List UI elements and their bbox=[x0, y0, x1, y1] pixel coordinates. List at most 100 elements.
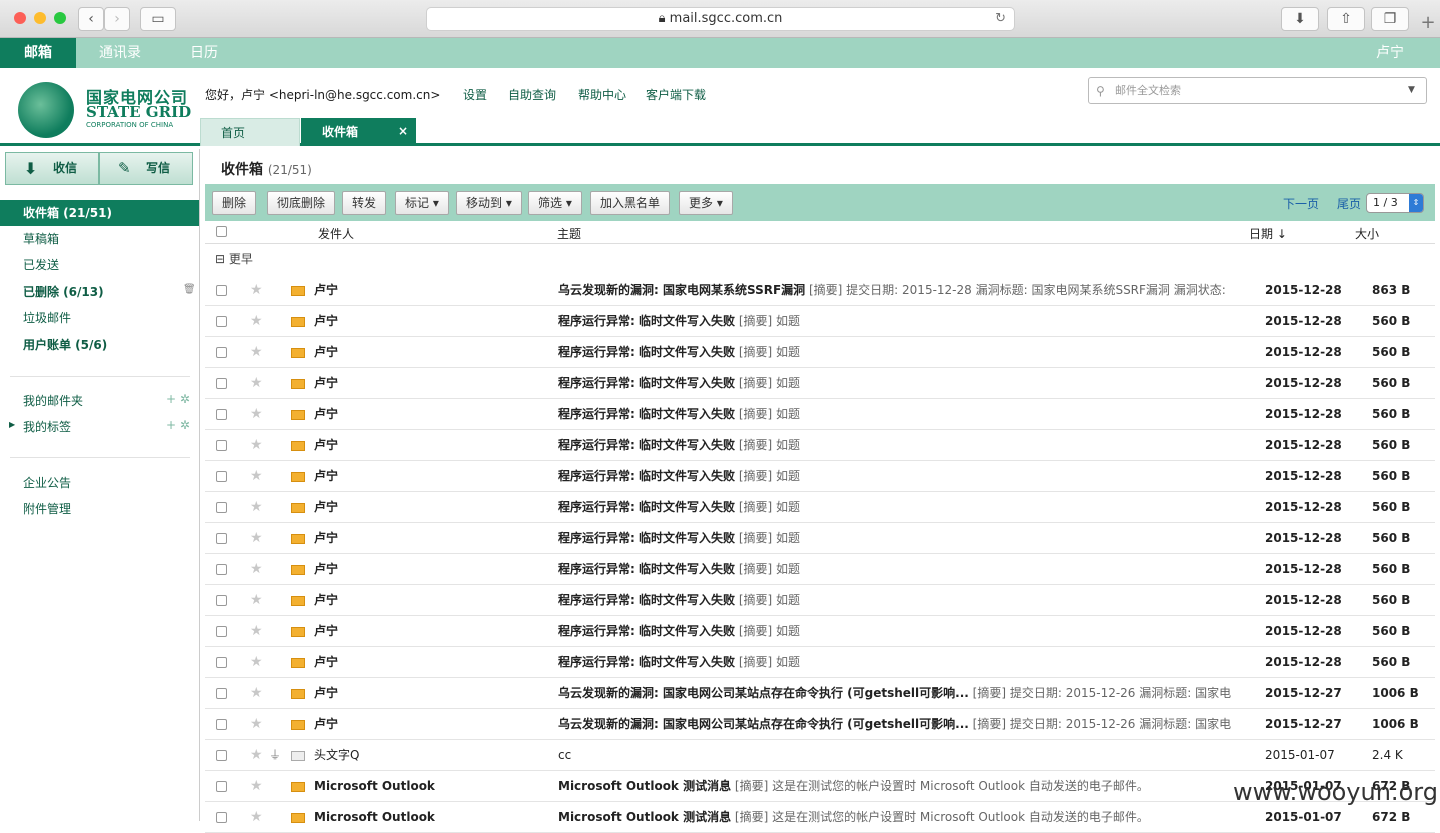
close-window-button[interactable] bbox=[14, 12, 26, 24]
client-download-link[interactable]: 客户端下载 bbox=[646, 86, 706, 103]
row-checkbox[interactable] bbox=[216, 750, 227, 761]
settings-link[interactable]: 设置 bbox=[463, 86, 487, 103]
row-checkbox[interactable] bbox=[216, 316, 227, 327]
table-row[interactable]: ★ 卢宁 程序运行异常: 临时文件写入失败 [摘要] 如题 2015-12-28 560… bbox=[205, 337, 1435, 368]
star-icon[interactable]: ★ bbox=[250, 368, 263, 399]
more-dropdown[interactable]: 更多 ▾ bbox=[679, 191, 733, 215]
table-row[interactable]: ★ 卢宁 乌云发现新的漏洞: 国家电网公司某站点存在命令执行 (可getshell可… bbox=[205, 678, 1435, 709]
row-checkbox[interactable] bbox=[216, 440, 227, 451]
table-row[interactable]: ★ 卢宁 程序运行异常: 临时文件写入失败 [摘要] 如题 2015-12-28 560… bbox=[205, 523, 1435, 554]
group-earlier[interactable]: ⊟ 更早 bbox=[215, 250, 253, 267]
compose-button[interactable]: ✎ 写信 bbox=[99, 152, 193, 185]
sidebar-item-inbox[interactable]: 收件箱 (21/51) bbox=[0, 200, 199, 226]
row-checkbox[interactable] bbox=[216, 533, 227, 544]
sidebar-item-bills[interactable]: 用户账单 (5/6) bbox=[0, 332, 199, 358]
star-icon[interactable]: ★ bbox=[250, 275, 263, 306]
tab-home[interactable]: 首页 bbox=[200, 118, 300, 146]
star-icon[interactable]: ★ bbox=[250, 492, 263, 523]
row-checkbox[interactable] bbox=[216, 409, 227, 420]
row-checkbox[interactable] bbox=[216, 378, 227, 389]
row-checkbox[interactable] bbox=[216, 347, 227, 358]
sidebar-item-spam[interactable]: 垃圾邮件 bbox=[0, 305, 199, 331]
share-icon[interactable]: ⇧ bbox=[1327, 7, 1365, 31]
forward-button[interactable]: 转发 bbox=[342, 191, 387, 215]
table-row[interactable]: ★ 卢宁 程序运行异常: 临时文件写入失败 [摘要] 如题 2015-12-28 560… bbox=[205, 616, 1435, 647]
table-row[interactable]: ★ 卢宁 程序运行异常: 临时文件写入失败 [摘要] 如题 2015-12-28 560… bbox=[205, 492, 1435, 523]
col-size[interactable]: 大小 bbox=[1355, 225, 1379, 242]
nav-contacts[interactable]: 通讯录 bbox=[88, 38, 152, 68]
row-checkbox[interactable] bbox=[216, 657, 227, 668]
next-page-link[interactable]: 下一页 bbox=[1283, 195, 1319, 212]
col-date[interactable]: 日期 ↓ bbox=[1249, 225, 1287, 242]
help-center-link[interactable]: 帮助中心 bbox=[578, 86, 626, 103]
new-tab-icon[interactable]: + bbox=[1416, 12, 1440, 38]
star-icon[interactable]: ★ bbox=[250, 523, 263, 554]
reload-icon[interactable]: ↻ bbox=[995, 8, 1006, 30]
add-folder-icon[interactable]: + ✲ bbox=[166, 392, 190, 406]
table-row[interactable]: ★ 卢宁 乌云发现新的漏洞: 国家电网公司某站点存在命令执行 (可getshell可… bbox=[205, 709, 1435, 740]
table-row[interactable]: ★ 卢宁 程序运行异常: 临时文件写入失败 [摘要] 如题 2015-12-28 560… bbox=[205, 430, 1435, 461]
row-checkbox[interactable] bbox=[216, 626, 227, 637]
table-row[interactable]: ★ ⏚ 头文字Q cc 2015-01-07 2.4 K bbox=[205, 740, 1435, 771]
close-tab-icon[interactable]: × bbox=[398, 124, 408, 138]
select-all-checkbox[interactable] bbox=[216, 226, 227, 237]
blacklist-button[interactable]: 加入黑名单 bbox=[590, 191, 671, 215]
back-button[interactable]: ‹ bbox=[78, 7, 104, 31]
star-icon[interactable]: ★ bbox=[250, 616, 263, 647]
table-row[interactable]: ★ 卢宁 程序运行异常: 临时文件写入失败 [摘要] 如题 2015-12-28 560… bbox=[205, 306, 1435, 337]
forward-button[interactable]: › bbox=[104, 7, 130, 31]
table-row[interactable]: ★ 卢宁 程序运行异常: 临时文件写入失败 [摘要] 如题 2015-12-28 560… bbox=[205, 585, 1435, 616]
row-checkbox[interactable] bbox=[216, 471, 227, 482]
star-icon[interactable]: ★ bbox=[250, 306, 263, 337]
table-row[interactable]: ★ Microsoft Outlook Microsoft Outlook 测试消息… bbox=[205, 802, 1435, 833]
row-checkbox[interactable] bbox=[216, 502, 227, 513]
star-icon[interactable]: ★ bbox=[250, 740, 263, 771]
col-subject[interactable]: 主题 bbox=[557, 225, 581, 242]
minimize-window-button[interactable] bbox=[34, 12, 46, 24]
star-icon[interactable]: ★ bbox=[250, 399, 263, 430]
row-checkbox[interactable] bbox=[216, 719, 227, 730]
row-checkbox[interactable] bbox=[216, 781, 227, 792]
col-sender[interactable]: 发件人 bbox=[318, 225, 354, 242]
star-icon[interactable]: ★ bbox=[250, 337, 263, 368]
sidebar-item-deleted[interactable]: 已删除 (6/13) bbox=[0, 279, 199, 305]
address-bar[interactable]: 🔒︎ mail.sgcc.com.cn ↻ bbox=[426, 7, 1015, 31]
sidebar-item-sent[interactable]: 已发送 bbox=[0, 252, 199, 278]
star-icon[interactable]: ★ bbox=[250, 709, 263, 740]
mail-search-input[interactable]: 邮件全文检索 bbox=[1088, 77, 1427, 104]
last-page-link[interactable]: 尾页 bbox=[1337, 195, 1361, 212]
star-icon[interactable]: ★ bbox=[250, 678, 263, 709]
filter-dropdown[interactable]: 筛选 ▾ bbox=[528, 191, 582, 215]
star-icon[interactable]: ★ bbox=[250, 430, 263, 461]
table-row[interactable]: ★ 卢宁 程序运行异常: 临时文件写入失败 [摘要] 如题 2015-12-28 560… bbox=[205, 647, 1435, 678]
zoom-window-button[interactable] bbox=[54, 12, 66, 24]
row-checkbox[interactable] bbox=[216, 564, 227, 575]
row-checkbox[interactable] bbox=[216, 285, 227, 296]
star-icon[interactable]: ★ bbox=[250, 554, 263, 585]
download-icon[interactable]: ⬇︎ bbox=[1281, 7, 1319, 31]
mark-dropdown[interactable]: 标记 ▾ bbox=[395, 191, 449, 215]
page-select[interactable]: 1 / 3 ⇕ bbox=[1366, 193, 1424, 213]
nav-user[interactable]: 卢宁 bbox=[1366, 38, 1414, 68]
sidebar-item-announcements[interactable]: 企业公告 bbox=[0, 470, 199, 496]
nav-mail[interactable]: 邮箱 bbox=[0, 38, 76, 68]
table-row[interactable]: ★ 卢宁 程序运行异常: 临时文件写入失败 [摘要] 如题 2015-12-28 560… bbox=[205, 368, 1435, 399]
table-row[interactable]: ★ 卢宁 程序运行异常: 临时文件写入失败 [摘要] 如题 2015-12-28 560… bbox=[205, 461, 1435, 492]
move-to-dropdown[interactable]: 移动到 ▾ bbox=[456, 191, 522, 215]
permanent-delete-button[interactable]: 彻底删除 bbox=[267, 191, 336, 215]
row-checkbox[interactable] bbox=[216, 688, 227, 699]
star-icon[interactable]: ★ bbox=[250, 802, 263, 833]
star-icon[interactable]: ★ bbox=[250, 771, 263, 802]
star-icon[interactable]: ★ bbox=[250, 647, 263, 678]
self-query-link[interactable]: 自助查询 bbox=[508, 86, 556, 103]
trash-icon[interactable]: 🗑︎ bbox=[183, 284, 196, 295]
tabs-icon[interactable]: ❐ bbox=[1371, 7, 1409, 31]
chevron-down-icon[interactable]: ▼ bbox=[1408, 85, 1415, 95]
table-row[interactable]: ★ 卢宁 程序运行异常: 临时文件写入失败 [摘要] 如题 2015-12-28 560… bbox=[205, 399, 1435, 430]
sidebar-item-drafts[interactable]: 草稿箱 bbox=[0, 226, 199, 252]
nav-calendar[interactable]: 日历 bbox=[172, 38, 236, 68]
sidebar-toggle-icon[interactable]: ▭ bbox=[140, 7, 176, 31]
row-checkbox[interactable] bbox=[216, 812, 227, 823]
table-row[interactable]: ★ 卢宁 程序运行异常: 临时文件写入失败 [摘要] 如题 2015-12-28 560… bbox=[205, 554, 1435, 585]
table-row[interactable]: ★ 卢宁 乌云发现新的漏洞: 国家电网某系统SSRF漏洞 [摘要] 提交日期: 20… bbox=[205, 275, 1435, 306]
